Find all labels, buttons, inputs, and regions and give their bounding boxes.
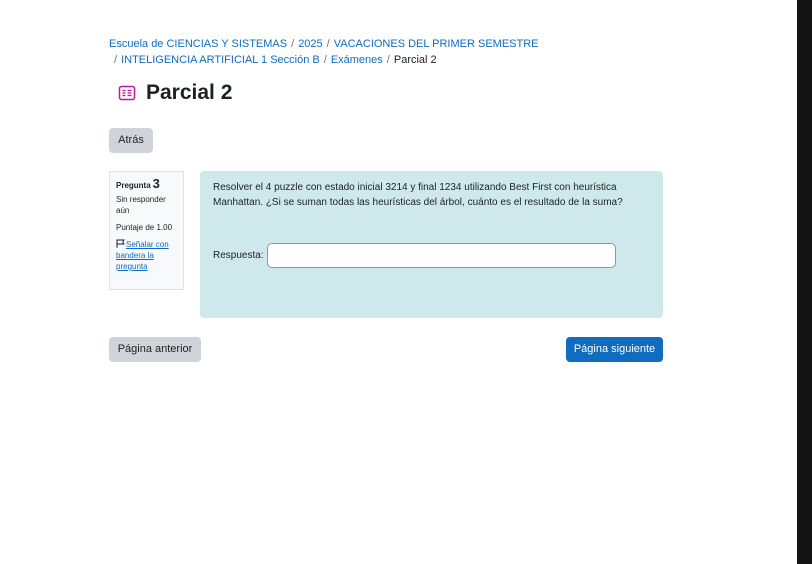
question-number-label: Pregunta: [116, 181, 151, 190]
next-page-button[interactable]: Página siguiente: [566, 337, 663, 362]
screen-edge: [797, 0, 812, 564]
breadcrumb-separator: /: [386, 54, 390, 66]
breadcrumb-separator: /: [326, 38, 330, 50]
breadcrumb-separator: /: [323, 54, 327, 66]
breadcrumb-row-2: / INTELIGENCIA ARTIFICIAL 1 Sección B / Exá…: [109, 52, 669, 68]
breadcrumb-current: Parcial 2: [393, 54, 437, 66]
answer-label: Respuesta:: [213, 250, 264, 261]
breadcrumb-item-school[interactable]: Escuela de CIENCIAS Y SISTEMAS: [109, 38, 287, 50]
breadcrumb-item-year[interactable]: 2025: [298, 38, 322, 50]
breadcrumb-item-course[interactable]: INTELIGENCIA ARTIFICIAL 1 Sección B: [121, 54, 320, 66]
answer-input[interactable]: [266, 243, 616, 268]
back-button[interactable]: Atrás: [109, 128, 153, 153]
previous-page-button[interactable]: Página anterior: [109, 337, 201, 362]
question-info-panel: Pregunta 3 Sin responder aún Puntaje de 1…: [109, 171, 184, 290]
breadcrumb-item-term[interactable]: VACACIONES DEL PRIMER SEMESTRE: [334, 38, 539, 50]
question-content: Resolver el 4 puzzle con estado inicial …: [200, 171, 663, 318]
quiz-icon: [118, 84, 136, 102]
breadcrumb-separator: /: [291, 38, 295, 50]
breadcrumb: Escuela de CIENCIAS Y SISTEMAS/2025/VACA…: [109, 36, 669, 68]
page-header: Parcial 2: [118, 80, 232, 106]
answer-row: Respuesta:: [213, 243, 616, 268]
question-number-value: 3: [152, 176, 160, 191]
breadcrumb-separator: /: [114, 54, 118, 66]
flag-icon: [116, 239, 125, 248]
question-state: Sin responder aún: [116, 195, 166, 215]
question-number: Pregunta 3: [116, 176, 177, 191]
breadcrumb-item-exams[interactable]: Exámenes: [331, 54, 383, 66]
question-text: Resolver el 4 puzzle con estado inicial …: [213, 182, 623, 208]
question-grade: Puntaje de 1.00: [116, 223, 173, 232]
page-title: Parcial 2: [146, 81, 233, 104]
breadcrumb-row-1: Escuela de CIENCIAS Y SISTEMAS/2025/VACA…: [109, 36, 669, 52]
flag-question-link[interactable]: Señalar con bandera la pregunta: [116, 239, 177, 272]
